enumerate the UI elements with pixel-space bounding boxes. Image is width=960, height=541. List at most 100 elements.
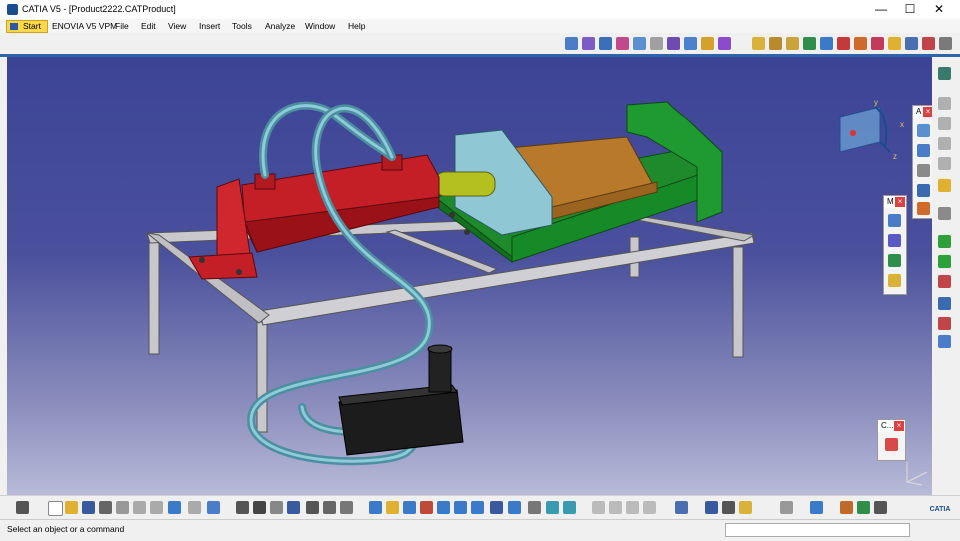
toolbar-icon[interactable] bbox=[938, 157, 951, 170]
maximize-button[interactable]: ☐ bbox=[896, 1, 924, 17]
command-input[interactable] bbox=[725, 523, 910, 537]
menu-edit[interactable]: Edit bbox=[141, 21, 156, 31]
toolbar-icon[interactable] bbox=[780, 501, 793, 514]
toolbar-icon-7[interactable] bbox=[667, 37, 680, 50]
compass-widget[interactable]: y x z bbox=[835, 97, 915, 167]
menu-analyze[interactable]: Analyze bbox=[265, 21, 295, 31]
toolbar-icon-5[interactable] bbox=[633, 37, 646, 50]
toolbar-icon-1[interactable] bbox=[565, 37, 578, 50]
toolbar-icon[interactable] bbox=[16, 501, 29, 514]
toolbar-icon-19[interactable] bbox=[888, 37, 901, 50]
menu-start[interactable]: Start bbox=[6, 20, 48, 33]
toolbar-icon-6[interactable] bbox=[650, 37, 663, 50]
hide-show-icon[interactable] bbox=[546, 501, 559, 514]
fit-all-icon[interactable] bbox=[386, 501, 399, 514]
menu-insert[interactable]: Insert bbox=[199, 21, 220, 31]
toolbar-icon[interactable] bbox=[917, 144, 930, 157]
3d-viewport[interactable]: y x z A × M × C... × bbox=[7, 57, 932, 495]
toolbar-icon[interactable] bbox=[840, 501, 853, 514]
knowledge-icon[interactable] bbox=[253, 501, 266, 514]
minimize-button[interactable]: — bbox=[867, 1, 895, 17]
cut-icon[interactable] bbox=[116, 501, 129, 514]
toolbar-icon-12[interactable] bbox=[769, 37, 782, 50]
toolbar-icon[interactable] bbox=[885, 438, 898, 451]
toolbar-icon[interactable] bbox=[938, 207, 951, 220]
toolbar-icon[interactable] bbox=[938, 335, 951, 348]
redo-icon[interactable] bbox=[188, 501, 201, 514]
toolbar-icon[interactable] bbox=[705, 501, 718, 514]
rotate-icon[interactable] bbox=[420, 501, 433, 514]
toolbar-icon[interactable] bbox=[739, 501, 752, 514]
toolbar-icon[interactable] bbox=[917, 202, 930, 215]
toolbar-icon[interactable] bbox=[675, 501, 688, 514]
fly-icon[interactable] bbox=[369, 501, 382, 514]
toolbar-icon[interactable] bbox=[626, 501, 639, 514]
toolbar-icon[interactable] bbox=[917, 124, 930, 137]
menu-tools[interactable]: Tools bbox=[232, 21, 252, 31]
iso-view-icon[interactable] bbox=[508, 501, 521, 514]
zoom-out-icon[interactable] bbox=[454, 501, 467, 514]
close-icon[interactable]: × bbox=[923, 107, 932, 117]
toolbar-icon[interactable] bbox=[938, 67, 951, 80]
toolbar-icon[interactable] bbox=[857, 501, 870, 514]
toolbar-icon-2[interactable] bbox=[582, 37, 595, 50]
toolbar-icon[interactable] bbox=[938, 317, 951, 330]
toolbar-icon-10[interactable] bbox=[718, 37, 731, 50]
toolbar-icon[interactable] bbox=[722, 501, 735, 514]
toolbar-icon[interactable] bbox=[938, 97, 951, 110]
toolbar-icon-14[interactable] bbox=[803, 37, 816, 50]
new-icon[interactable] bbox=[48, 501, 63, 516]
save-icon[interactable] bbox=[82, 501, 95, 514]
toolbar-icon[interactable] bbox=[323, 501, 336, 514]
close-icon[interactable]: × bbox=[895, 197, 905, 207]
toolbar-icon[interactable] bbox=[938, 275, 951, 288]
toolbar-icon[interactable] bbox=[917, 164, 930, 177]
toolbar-icon-3[interactable] bbox=[599, 37, 612, 50]
undo-icon[interactable] bbox=[168, 501, 181, 514]
toolbar-icon[interactable] bbox=[810, 501, 823, 514]
toolbar-icon-17[interactable] bbox=[854, 37, 867, 50]
toolbar-icon[interactable] bbox=[938, 179, 951, 192]
toolbar-icon[interactable] bbox=[888, 214, 901, 227]
menu-enovia[interactable]: ENOVIA V5 VPM bbox=[52, 21, 117, 31]
toolbar-icon[interactable] bbox=[306, 501, 319, 514]
copy-icon[interactable] bbox=[133, 501, 146, 514]
toolbar-icon[interactable] bbox=[938, 255, 951, 268]
menu-file[interactable]: File bbox=[115, 21, 129, 31]
normal-view-icon[interactable] bbox=[471, 501, 484, 514]
toolbar-icon[interactable] bbox=[938, 235, 951, 248]
toolbar-icon[interactable] bbox=[643, 501, 656, 514]
toolbar-icon[interactable] bbox=[609, 501, 622, 514]
shading-icon[interactable] bbox=[528, 501, 541, 514]
swap-space-icon[interactable] bbox=[563, 501, 576, 514]
open-icon[interactable] bbox=[65, 501, 78, 514]
toolbar-icon[interactable] bbox=[340, 501, 353, 514]
toolbar-icon-20[interactable] bbox=[905, 37, 918, 50]
menu-window[interactable]: Window bbox=[305, 21, 335, 31]
toolbar-icon-8[interactable] bbox=[684, 37, 697, 50]
toolbar-icon[interactable] bbox=[874, 501, 887, 514]
toolbar-icon[interactable] bbox=[888, 234, 901, 247]
toolbar-icon-16[interactable] bbox=[837, 37, 850, 50]
help-icon[interactable] bbox=[207, 501, 220, 514]
toolbar-icon-13[interactable] bbox=[786, 37, 799, 50]
toolbar-icon[interactable] bbox=[888, 254, 901, 267]
toolbar-icon[interactable] bbox=[592, 501, 605, 514]
toolbar-icon-4[interactable] bbox=[616, 37, 629, 50]
toolbar-icon-15[interactable] bbox=[820, 37, 833, 50]
print-icon[interactable] bbox=[99, 501, 112, 514]
menu-help[interactable]: Help bbox=[348, 21, 365, 31]
close-icon[interactable]: × bbox=[894, 421, 904, 431]
toolbar-icon-11[interactable] bbox=[752, 37, 765, 50]
toolbar-icon-22[interactable] bbox=[939, 37, 952, 50]
toolbar-icon-18[interactable] bbox=[871, 37, 884, 50]
toolbar-icon[interactable] bbox=[938, 137, 951, 150]
formula-icon[interactable] bbox=[236, 501, 249, 514]
toolbar-icon[interactable] bbox=[287, 501, 300, 514]
toolbar-icon[interactable] bbox=[938, 117, 951, 130]
toolbar-icon[interactable] bbox=[270, 501, 283, 514]
zoom-in-icon[interactable] bbox=[437, 501, 450, 514]
toolbar-icon[interactable] bbox=[938, 297, 951, 310]
toolbar-icon[interactable] bbox=[888, 274, 901, 287]
toolbar-icon-9[interactable] bbox=[701, 37, 714, 50]
